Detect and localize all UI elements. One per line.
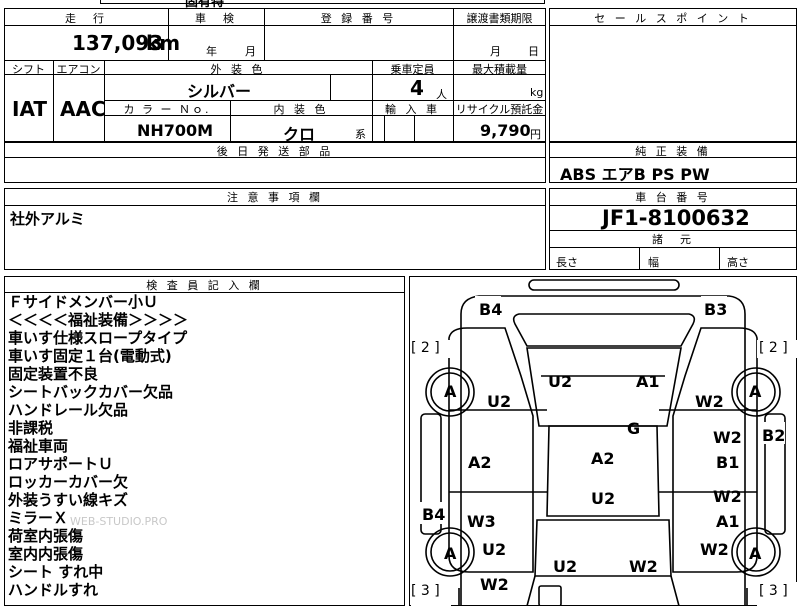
mileage-unit: km (146, 31, 181, 55)
label-b4-side: B4 (422, 505, 446, 524)
label-u2-c: U2 (591, 489, 616, 508)
label-bracket-left-top: [ 2 ] (411, 340, 440, 356)
label-u2-b: U2 (487, 392, 512, 411)
label-u2-a: U2 (548, 372, 573, 391)
label-w2-e: W2 (629, 557, 658, 576)
sales-point-box (549, 8, 797, 142)
capacity-header: 乗車定員 (390, 63, 435, 76)
interior-color-suffix: 系 (355, 128, 366, 141)
inspector-note-line: 非課税 (8, 419, 54, 437)
dimension-width: 幅 (648, 256, 659, 269)
label-a2-b: A2 (468, 453, 492, 472)
dimension-height: 高さ (727, 256, 749, 269)
wheel-rl-label: A (444, 544, 457, 563)
label-w3: W3 (467, 512, 496, 531)
dimensions-header: 諸 元 (652, 233, 694, 246)
later-parts-header: 後 日 発 送 部 品 (216, 145, 334, 158)
label-b2: B2 (762, 426, 786, 445)
label-bracket-right-top: [ 2 ] (759, 340, 788, 356)
import-header: 輸 入 車 (385, 103, 440, 116)
inspection-header: 車 検 (195, 12, 237, 25)
inspector-note-line: 固定装置不良 (8, 365, 99, 383)
label-a1-a: A1 (636, 372, 660, 391)
transfer-day-unit: 日 (528, 45, 539, 58)
inspector-note-line: ロアサポートＵ (8, 455, 114, 473)
label-a1-b: A1 (716, 512, 740, 531)
inspector-note-line: 荷室内張傷 (8, 527, 84, 545)
label-b4-top: B4 (479, 300, 503, 319)
wheel-rr-label: A (749, 544, 762, 563)
color-no-value: NH700M (137, 121, 214, 140)
inspector-note-line: シートバックカバー欠品 (8, 383, 174, 401)
label-w2-c: W2 (713, 487, 742, 506)
recycle-header: リサイクル預託金 (455, 103, 544, 116)
aircon-header: エアコン (56, 63, 101, 76)
label-w2-f: W2 (480, 575, 509, 594)
equipment-items: ABS エアB PS PW (560, 165, 710, 184)
max-load-header: 最大積載量 (472, 63, 527, 76)
inspector-note-line: ハンドルすれ (8, 581, 99, 599)
label-u2-d: U2 (482, 540, 507, 559)
chassis-number: JF1-8100632 (602, 206, 750, 230)
capacity-value: 4 (410, 76, 424, 100)
color-no-header: カ ラ ー Ｎｏ. (123, 103, 211, 116)
wheel-fl-label: A (444, 382, 457, 401)
transfer-month-unit: 月 (490, 45, 501, 58)
inspector-note-line: 車いす固定１台(電動式) (8, 347, 172, 365)
inspector-note-line: 福祉車両 (8, 437, 69, 455)
shift-value: IAT (12, 97, 48, 121)
inspector-note-line: ハンドレール欠品 (8, 401, 129, 419)
label-b1: B1 (716, 453, 740, 472)
label-b3-top: B3 (704, 300, 728, 319)
sales-point-header: セ ー ル ス ポ イ ン ト (594, 12, 752, 25)
chassis-header: 車 台 番 号 (635, 191, 711, 204)
transfer-header: 譲渡書類期限 (466, 12, 533, 25)
recycle-fee-value: 9,790 (480, 121, 531, 140)
exterior-color-value: シルバー (187, 82, 252, 101)
capacity-unit: 人 (436, 88, 447, 101)
inspector-note-line: ミラーＸ (8, 509, 69, 527)
mileage-header: 走 行 (65, 12, 107, 25)
label-bracket-right-bottom: [ 3 ] (759, 583, 788, 599)
inspector-note-line: ロッカーカバー欠 (8, 473, 129, 491)
wheel-fr-label: A (749, 382, 762, 401)
max-load-unit: kg (530, 86, 544, 99)
shift-header: シフト (12, 63, 45, 76)
inspector-note-line: Ｆサイドメンバー小Ｕ (8, 293, 159, 311)
inspector-note-line: ＜＜＜＜福祉装備＞＞＞＞ (8, 311, 189, 329)
label-w2-a: W2 (695, 392, 724, 411)
recycle-fee-unit: 円 (530, 128, 541, 141)
label-w2-d: W2 (700, 540, 729, 559)
label-w2-b: W2 (713, 428, 742, 447)
dimension-length: 長さ (556, 256, 578, 269)
aircon-value: AAC (60, 97, 106, 121)
inspector-note-line: 外装うすい線キズ (8, 491, 129, 509)
label-a2-a: A2 (591, 449, 615, 468)
notes-header: 注 意 事 項 欄 (227, 191, 323, 204)
inspector-note-line: 車いす仕様スロープタイプ (8, 329, 188, 347)
equipment-header: 純 正 装 備 (635, 145, 711, 158)
label-g: G (627, 419, 641, 438)
label-u2-e: U2 (553, 557, 578, 576)
label-bracket-left-bottom: [ 3 ] (411, 583, 440, 599)
exterior-color-header: 外 装 色 (210, 63, 266, 76)
inspector-note-line: 室内内張傷 (8, 545, 84, 563)
top-strip (100, 0, 545, 4)
inspection-month-unit: 月 (245, 45, 256, 58)
registration-header: 登 録 番 号 (320, 12, 397, 25)
watermark: WEB-STUDIO.PRO (70, 515, 168, 528)
notes-text: 社外アルミ (10, 210, 85, 228)
inspection-year-unit: 年 (206, 45, 217, 58)
interior-color-header: 内 装 色 (273, 103, 329, 116)
inspector-note-line: シート すれ中 (8, 563, 104, 581)
inspector-header: 検 査 員 記 入 欄 (146, 279, 263, 292)
